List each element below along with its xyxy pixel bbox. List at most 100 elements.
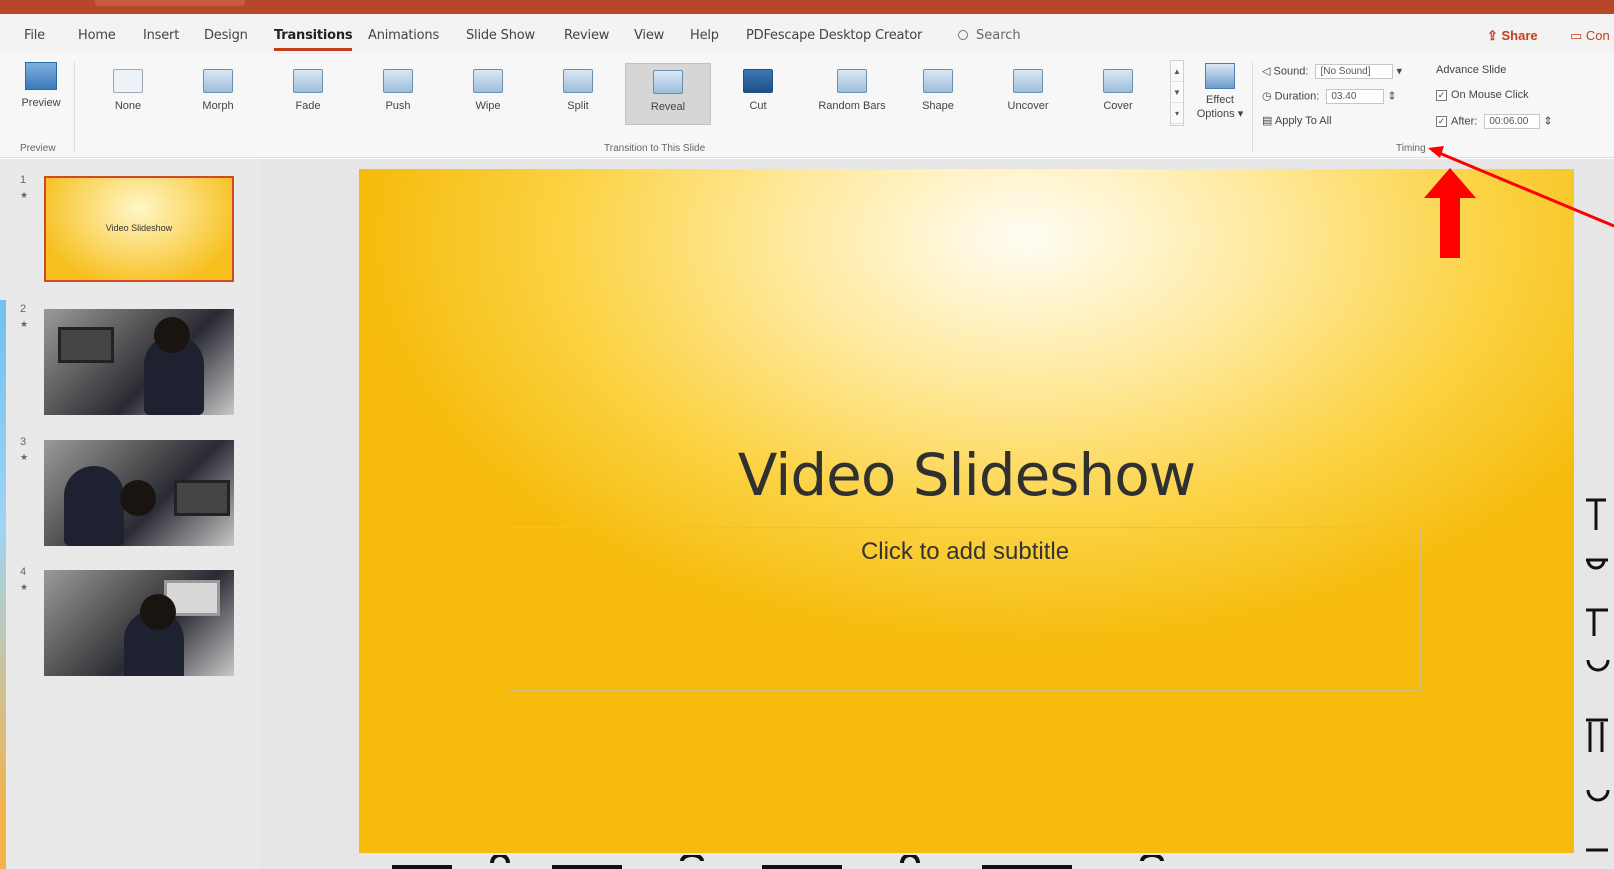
slide-thumbnail-4[interactable]	[44, 570, 234, 676]
background-script-text-decoration	[1586, 498, 1610, 852]
transition-label: Uncover	[1007, 100, 1049, 112]
after-time-input[interactable]: 00:06.00	[1484, 114, 1541, 129]
transition-cut[interactable]: Cut	[720, 63, 796, 125]
transition-split[interactable]: Split	[540, 63, 616, 125]
tab-insert[interactable]: Insert	[143, 28, 179, 43]
quick-access-toolbar[interactable]	[95, 0, 245, 6]
effect-options-button[interactable]: Effect Options ▾	[1190, 63, 1250, 127]
transition-fade[interactable]: Fade	[270, 63, 346, 125]
sound-row: ◁ Sound: [No Sound] ▾	[1262, 64, 1402, 79]
background-decoration	[0, 300, 6, 869]
on-mouse-click-label: On Mouse Click	[1451, 89, 1529, 101]
transition-shape[interactable]: Shape	[900, 63, 976, 125]
slide-thumbnail-1[interactable]: Video Slideshow	[44, 176, 234, 282]
background-script-text-decoration	[392, 855, 1164, 869]
apply-to-all-icon: ▤	[1262, 115, 1273, 127]
none-transition-icon	[113, 69, 143, 93]
preview-button[interactable]: Preview	[18, 62, 64, 122]
comment-icon: ▭	[1570, 28, 1586, 43]
red-pointer-arrow-annotation	[1428, 146, 1614, 228]
uncover-transition-icon	[1013, 69, 1043, 93]
transition-label: Shape	[922, 100, 954, 112]
transition-none[interactable]: None	[90, 63, 166, 125]
transition-wipe[interactable]: Wipe	[450, 63, 526, 125]
scroll-up-icon[interactable]: ▲	[1171, 61, 1183, 82]
wipe-transition-icon	[473, 69, 503, 93]
preview-label: Preview	[21, 97, 61, 109]
gallery-more-icon[interactable]: ▾	[1171, 103, 1183, 124]
transition-label: Reveal	[650, 101, 686, 113]
apply-to-all-button[interactable]: ▤ Apply To All	[1262, 114, 1332, 127]
transition-reveal[interactable]: Reveal	[625, 63, 711, 125]
apply-to-all-label: Apply To All	[1274, 115, 1332, 127]
after-checkbox[interactable]: ✓ After: 00:06.00 ⇕	[1436, 114, 1553, 129]
comments-label: Con	[1585, 28, 1610, 43]
sound-icon: ◁	[1262, 65, 1271, 78]
duration-label: Duration:	[1274, 90, 1320, 103]
duration-input[interactable]: 03.40	[1326, 89, 1385, 104]
tab-review[interactable]: Review	[564, 28, 609, 43]
tab-pdfescape[interactable]: PDFescape Desktop Creator	[746, 28, 922, 43]
transition-star-icon: ★	[20, 452, 29, 462]
tab-view[interactable]: View	[634, 28, 664, 43]
duration-spinner[interactable]: ⇕	[1384, 90, 1396, 102]
tab-file[interactable]: File	[24, 28, 45, 43]
share-button[interactable]: ⇪ Share	[1487, 28, 1538, 44]
transition-label: Random Bars	[818, 100, 886, 112]
after-label: After:	[1451, 115, 1478, 128]
push-transition-icon	[383, 69, 413, 93]
subtitle-placeholder[interactable]: Click to add subtitle	[509, 527, 1421, 691]
tab-design[interactable]: Design	[204, 28, 248, 43]
share-icon: ⇪	[1487, 28, 1502, 43]
slide-number: 2	[20, 303, 27, 315]
monitor-shape	[58, 327, 114, 363]
sound-dropdown[interactable]: [No Sound]	[1315, 64, 1394, 79]
slide-number: 1	[20, 174, 27, 186]
ribbon-separator	[74, 62, 75, 152]
sound-label: Sound:	[1273, 65, 1309, 78]
transition-label: None	[114, 100, 142, 112]
current-slide[interactable]: Video Slideshow Click to add subtitle	[359, 169, 1574, 853]
transition-label: Cut	[749, 100, 767, 112]
transition-star-icon: ★	[20, 319, 29, 329]
search-label: Search	[976, 28, 1021, 43]
after-spinner[interactable]: ⇕	[1540, 115, 1552, 127]
tab-home[interactable]: Home	[78, 28, 116, 43]
person-shape	[64, 466, 124, 546]
transition-label: Cover	[1103, 100, 1133, 112]
cover-transition-icon	[1103, 69, 1133, 93]
slide-thumbnail-2[interactable]	[44, 309, 234, 415]
subtitle-placeholder-text: Click to add subtitle	[860, 538, 1070, 565]
comments-button[interactable]: ▭ Con	[1570, 28, 1610, 44]
transition-uncover[interactable]: Uncover	[990, 63, 1066, 125]
effect-options-icon	[1205, 63, 1235, 89]
tab-help[interactable]: Help	[690, 28, 719, 43]
shape-transition-icon	[923, 69, 953, 93]
timing-group-label: Timing	[1396, 143, 1426, 154]
transition-push[interactable]: Push	[360, 63, 436, 125]
fade-transition-icon	[293, 69, 323, 93]
slide-title[interactable]: Video Slideshow	[359, 441, 1574, 509]
transitions-gallery-scroll[interactable]: ▲ ▼ ▾	[1170, 60, 1184, 126]
tab-transitions[interactable]: Transitions	[274, 28, 353, 51]
on-mouse-click-checkbox[interactable]: ✓ On Mouse Click	[1436, 89, 1529, 101]
transition-cover[interactable]: Cover	[1078, 63, 1158, 125]
tab-slide-show[interactable]: Slide Show	[466, 28, 535, 43]
transition-star-icon: ★	[20, 582, 29, 592]
head-shape	[120, 480, 156, 516]
ribbon-separator	[1252, 62, 1253, 152]
slide-number: 3	[20, 436, 27, 448]
transition-label: Split	[567, 100, 589, 112]
random-bars-transition-icon	[837, 69, 867, 93]
slide-thumbnail-3[interactable]	[44, 440, 234, 546]
title-bar	[0, 0, 1614, 14]
transition-random-bars[interactable]: Random Bars	[810, 63, 894, 125]
chevron-down-icon[interactable]: ▾	[1393, 65, 1403, 77]
transition-morph[interactable]: Morph	[180, 63, 256, 125]
scroll-down-icon[interactable]: ▼	[1171, 82, 1183, 103]
effect-options-label: Effect Options ▾	[1196, 94, 1244, 120]
tab-animations[interactable]: Animations	[368, 28, 439, 43]
transition-label: Push	[385, 100, 411, 112]
search-box[interactable]: Search	[958, 28, 1021, 43]
reveal-transition-icon	[653, 70, 683, 94]
